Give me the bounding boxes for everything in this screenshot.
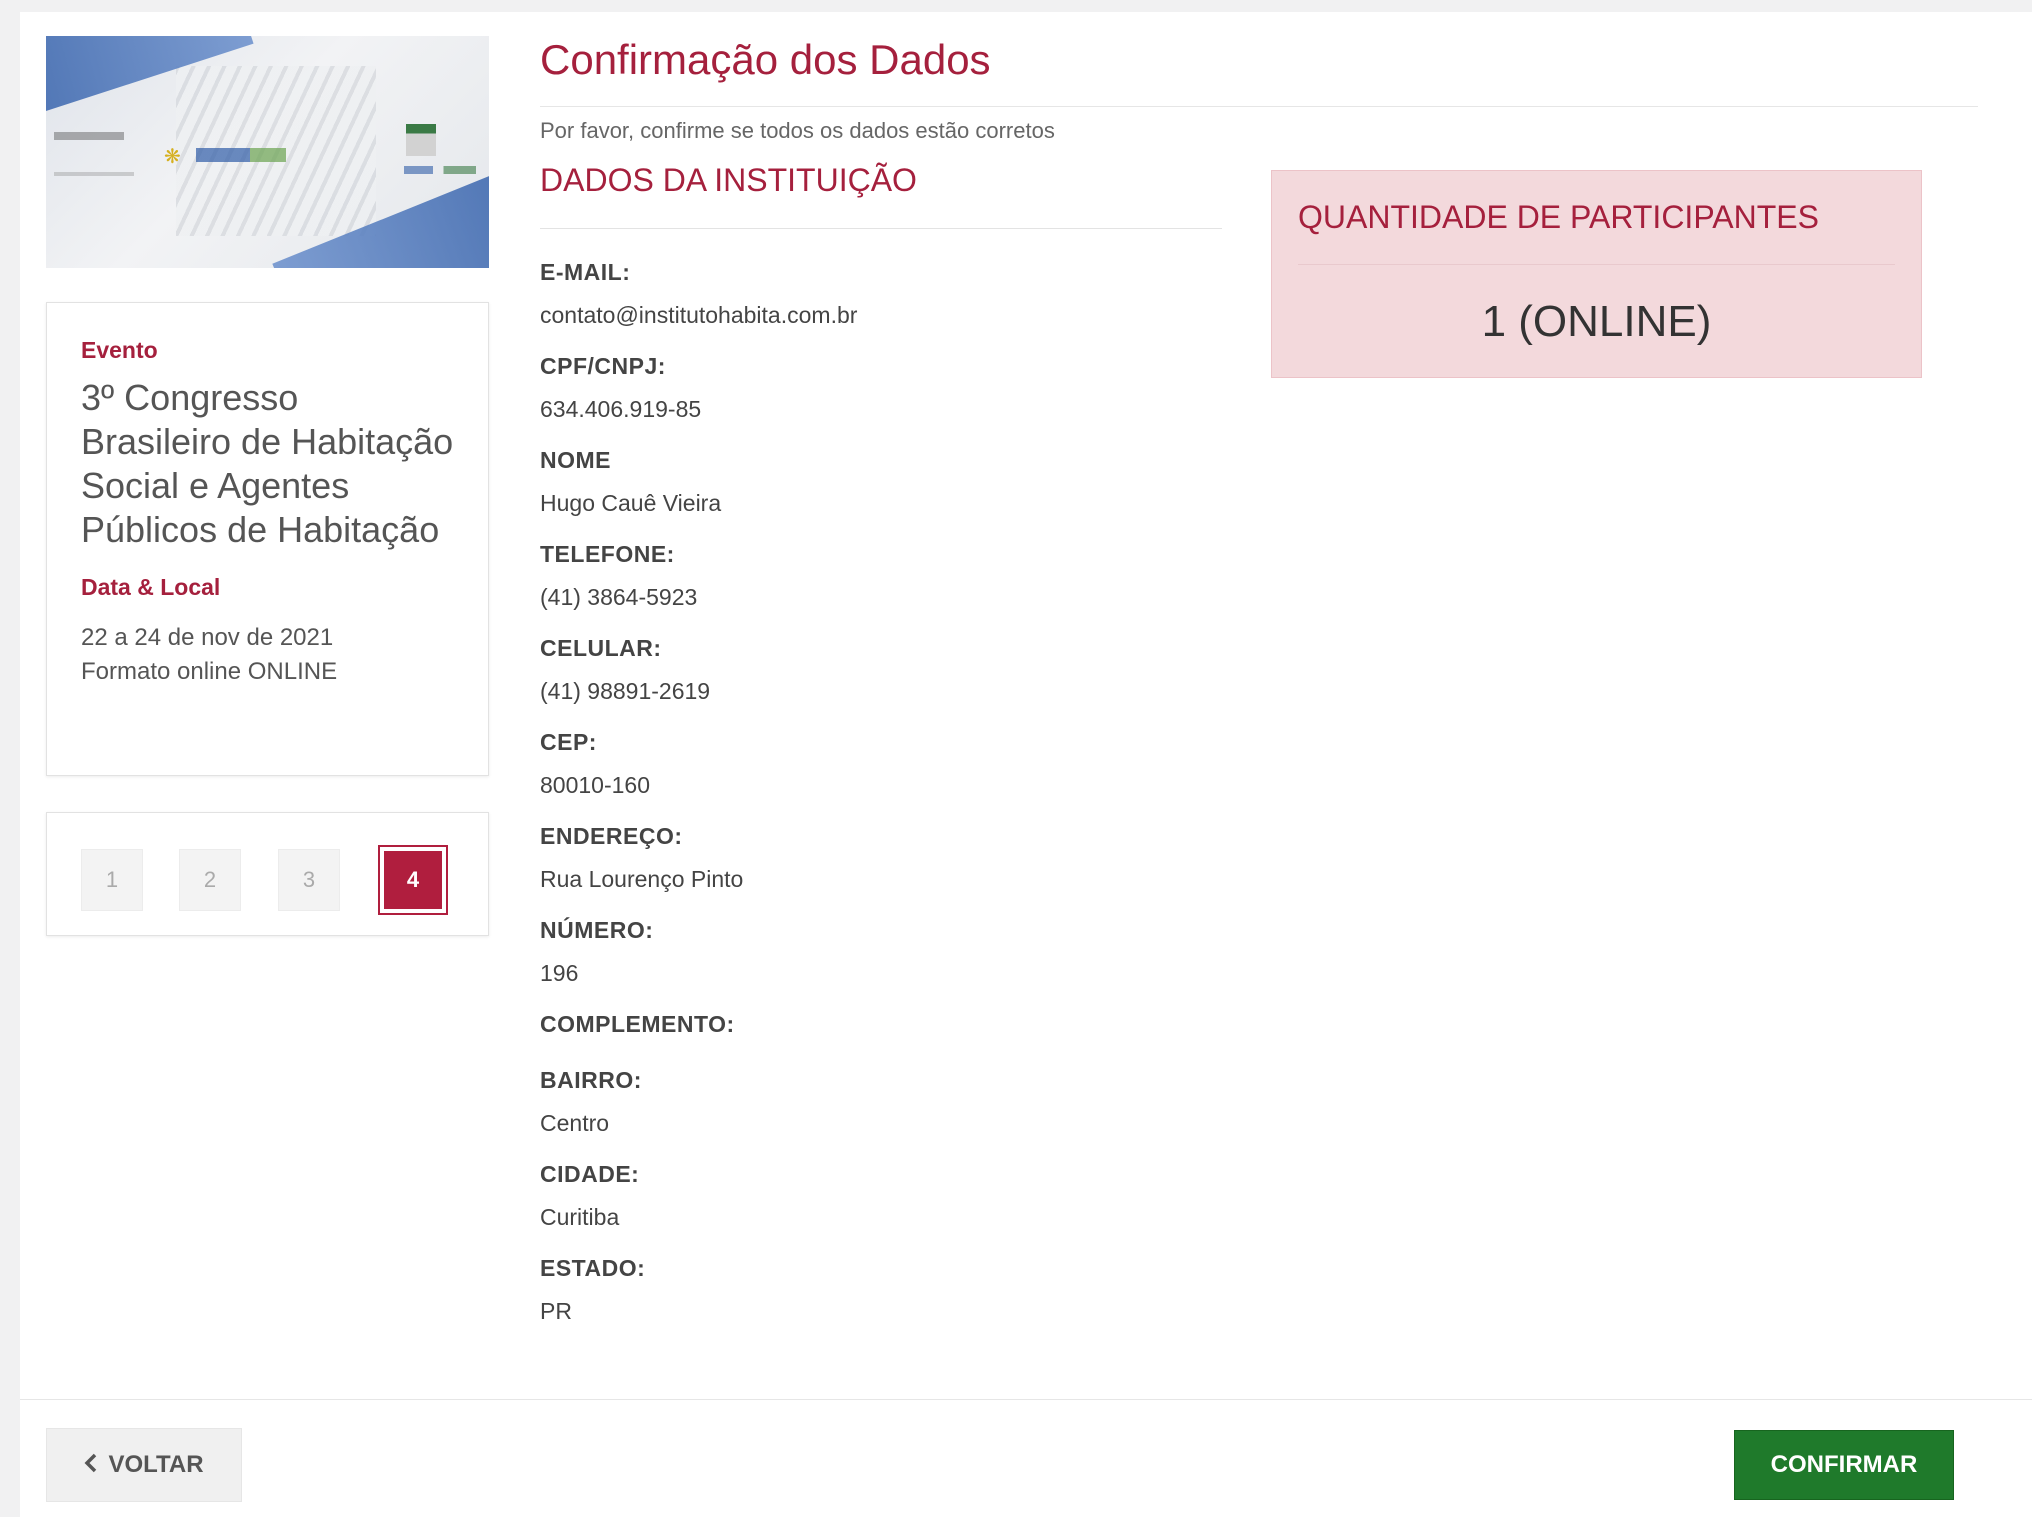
field-label: CEP:: [540, 729, 597, 755]
divider: [540, 106, 1978, 107]
field-telefone: TELEFONE: (41) 3864-5923: [540, 540, 1220, 634]
confirm-button[interactable]: CONFIRMAR: [1734, 1430, 1954, 1500]
step-3[interactable]: 3: [278, 849, 340, 911]
page: ❋ Evento 3º Congresso Brasileiro de Habi…: [20, 12, 2032, 1517]
event-info-card: Evento 3º Congresso Brasileiro de Habita…: [46, 302, 489, 776]
divider: [20, 1399, 2032, 1400]
field-label: E-MAIL:: [540, 259, 631, 285]
field-value: Hugo Cauê Vieira: [540, 490, 722, 516]
back-button[interactable]: VOLTAR: [46, 1428, 242, 1502]
field-label: NÚMERO:: [540, 917, 654, 943]
step-2[interactable]: 2: [179, 849, 241, 911]
field-label: CIDADE:: [540, 1161, 640, 1187]
divider: [1298, 264, 1895, 265]
field-value: Centro: [540, 1110, 610, 1136]
field-nome: NOME Hugo Cauê Vieira: [540, 446, 1220, 540]
event-format: Formato online ONLINE: [81, 658, 338, 685]
field-label: COMPLEMENTO:: [540, 1011, 735, 1037]
field-value: Curitiba: [540, 1204, 620, 1230]
field-numero: NÚMERO: 196: [540, 916, 1220, 1010]
field-endereco: ENDEREÇO: Rua Lourenço Pinto: [540, 822, 1220, 916]
banner-text-graphic: [54, 132, 124, 140]
event-title: 3º Congresso Brasileiro de Habitação Soc…: [81, 377, 454, 550]
field-cidade: CIDADE: Curitiba: [540, 1160, 1220, 1254]
institution-data-list: E-MAIL: contato@institutohabita.com.br C…: [540, 258, 1220, 1348]
chevron-left-icon: [84, 1453, 98, 1478]
field-bairro: BAIRRO: Centro: [540, 1066, 1220, 1160]
page-subtitle: Por favor, confirme se todos os dados es…: [540, 118, 1055, 143]
step-4-current[interactable]: 4: [378, 845, 448, 915]
page-title: Confirmação dos Dados: [540, 36, 991, 83]
field-value: (41) 3864-5923: [540, 584, 698, 610]
field-complemento: COMPLEMENTO:: [540, 1010, 1220, 1066]
banner-date-badge: [406, 124, 436, 156]
field-label: TELEFONE:: [540, 541, 675, 567]
field-email: E-MAIL: contato@institutohabita.com.br: [540, 258, 1220, 352]
field-label: BAIRRO:: [540, 1067, 642, 1093]
divider: [540, 228, 1222, 229]
field-value: 80010-160: [540, 772, 650, 798]
field-value: Rua Lourenço Pinto: [540, 866, 744, 892]
date-place-label: Data & Local: [81, 574, 221, 600]
field-estado: ESTADO: PR: [540, 1254, 1220, 1348]
field-value: 634.406.919-85: [540, 396, 702, 422]
field-cep: CEP: 80010-160: [540, 728, 1220, 822]
event-banner-image: ❋: [46, 36, 489, 268]
field-value: (41) 98891-2619: [540, 678, 711, 704]
back-button-label: VOLTAR: [108, 1451, 204, 1478]
field-label: NOME: [540, 447, 611, 473]
participants-title: QUANTIDADE DE PARTICIPANTES: [1298, 199, 1819, 235]
field-value: contato@institutohabita.com.br: [540, 302, 858, 328]
field-label: CELULAR:: [540, 635, 662, 661]
field-cpf-cnpj: CPF/CNPJ: 634.406.919-85: [540, 352, 1220, 446]
participants-box: QUANTIDADE DE PARTICIPANTES 1 (ONLINE): [1271, 170, 1922, 378]
field-label: ENDEREÇO:: [540, 823, 683, 849]
banner-logo-text-graphic: [196, 148, 286, 162]
field-value: 196: [540, 960, 579, 986]
field-celular: CELULAR: (41) 98891-2619: [540, 634, 1220, 728]
banner-logo-icon: ❋: [164, 146, 181, 168]
steps-indicator: 1 2 3 4: [46, 812, 489, 936]
event-date-place: 22 a 24 de nov de 2021 Formato online ON…: [81, 621, 454, 689]
banner-partner-logos: [404, 166, 476, 174]
field-label: CPF/CNPJ:: [540, 353, 666, 379]
step-1[interactable]: 1: [81, 849, 143, 911]
event-date: 22 a 24 de nov de 2021: [81, 624, 334, 651]
event-label: Evento: [81, 337, 158, 363]
participants-count: 1 (ONLINE): [1481, 297, 1712, 346]
banner-text-graphic: [54, 172, 134, 176]
field-label: ESTADO:: [540, 1255, 646, 1281]
field-value: PR: [540, 1298, 572, 1324]
section-title-institution: DADOS DA INSTITUIÇÃO: [540, 162, 917, 198]
